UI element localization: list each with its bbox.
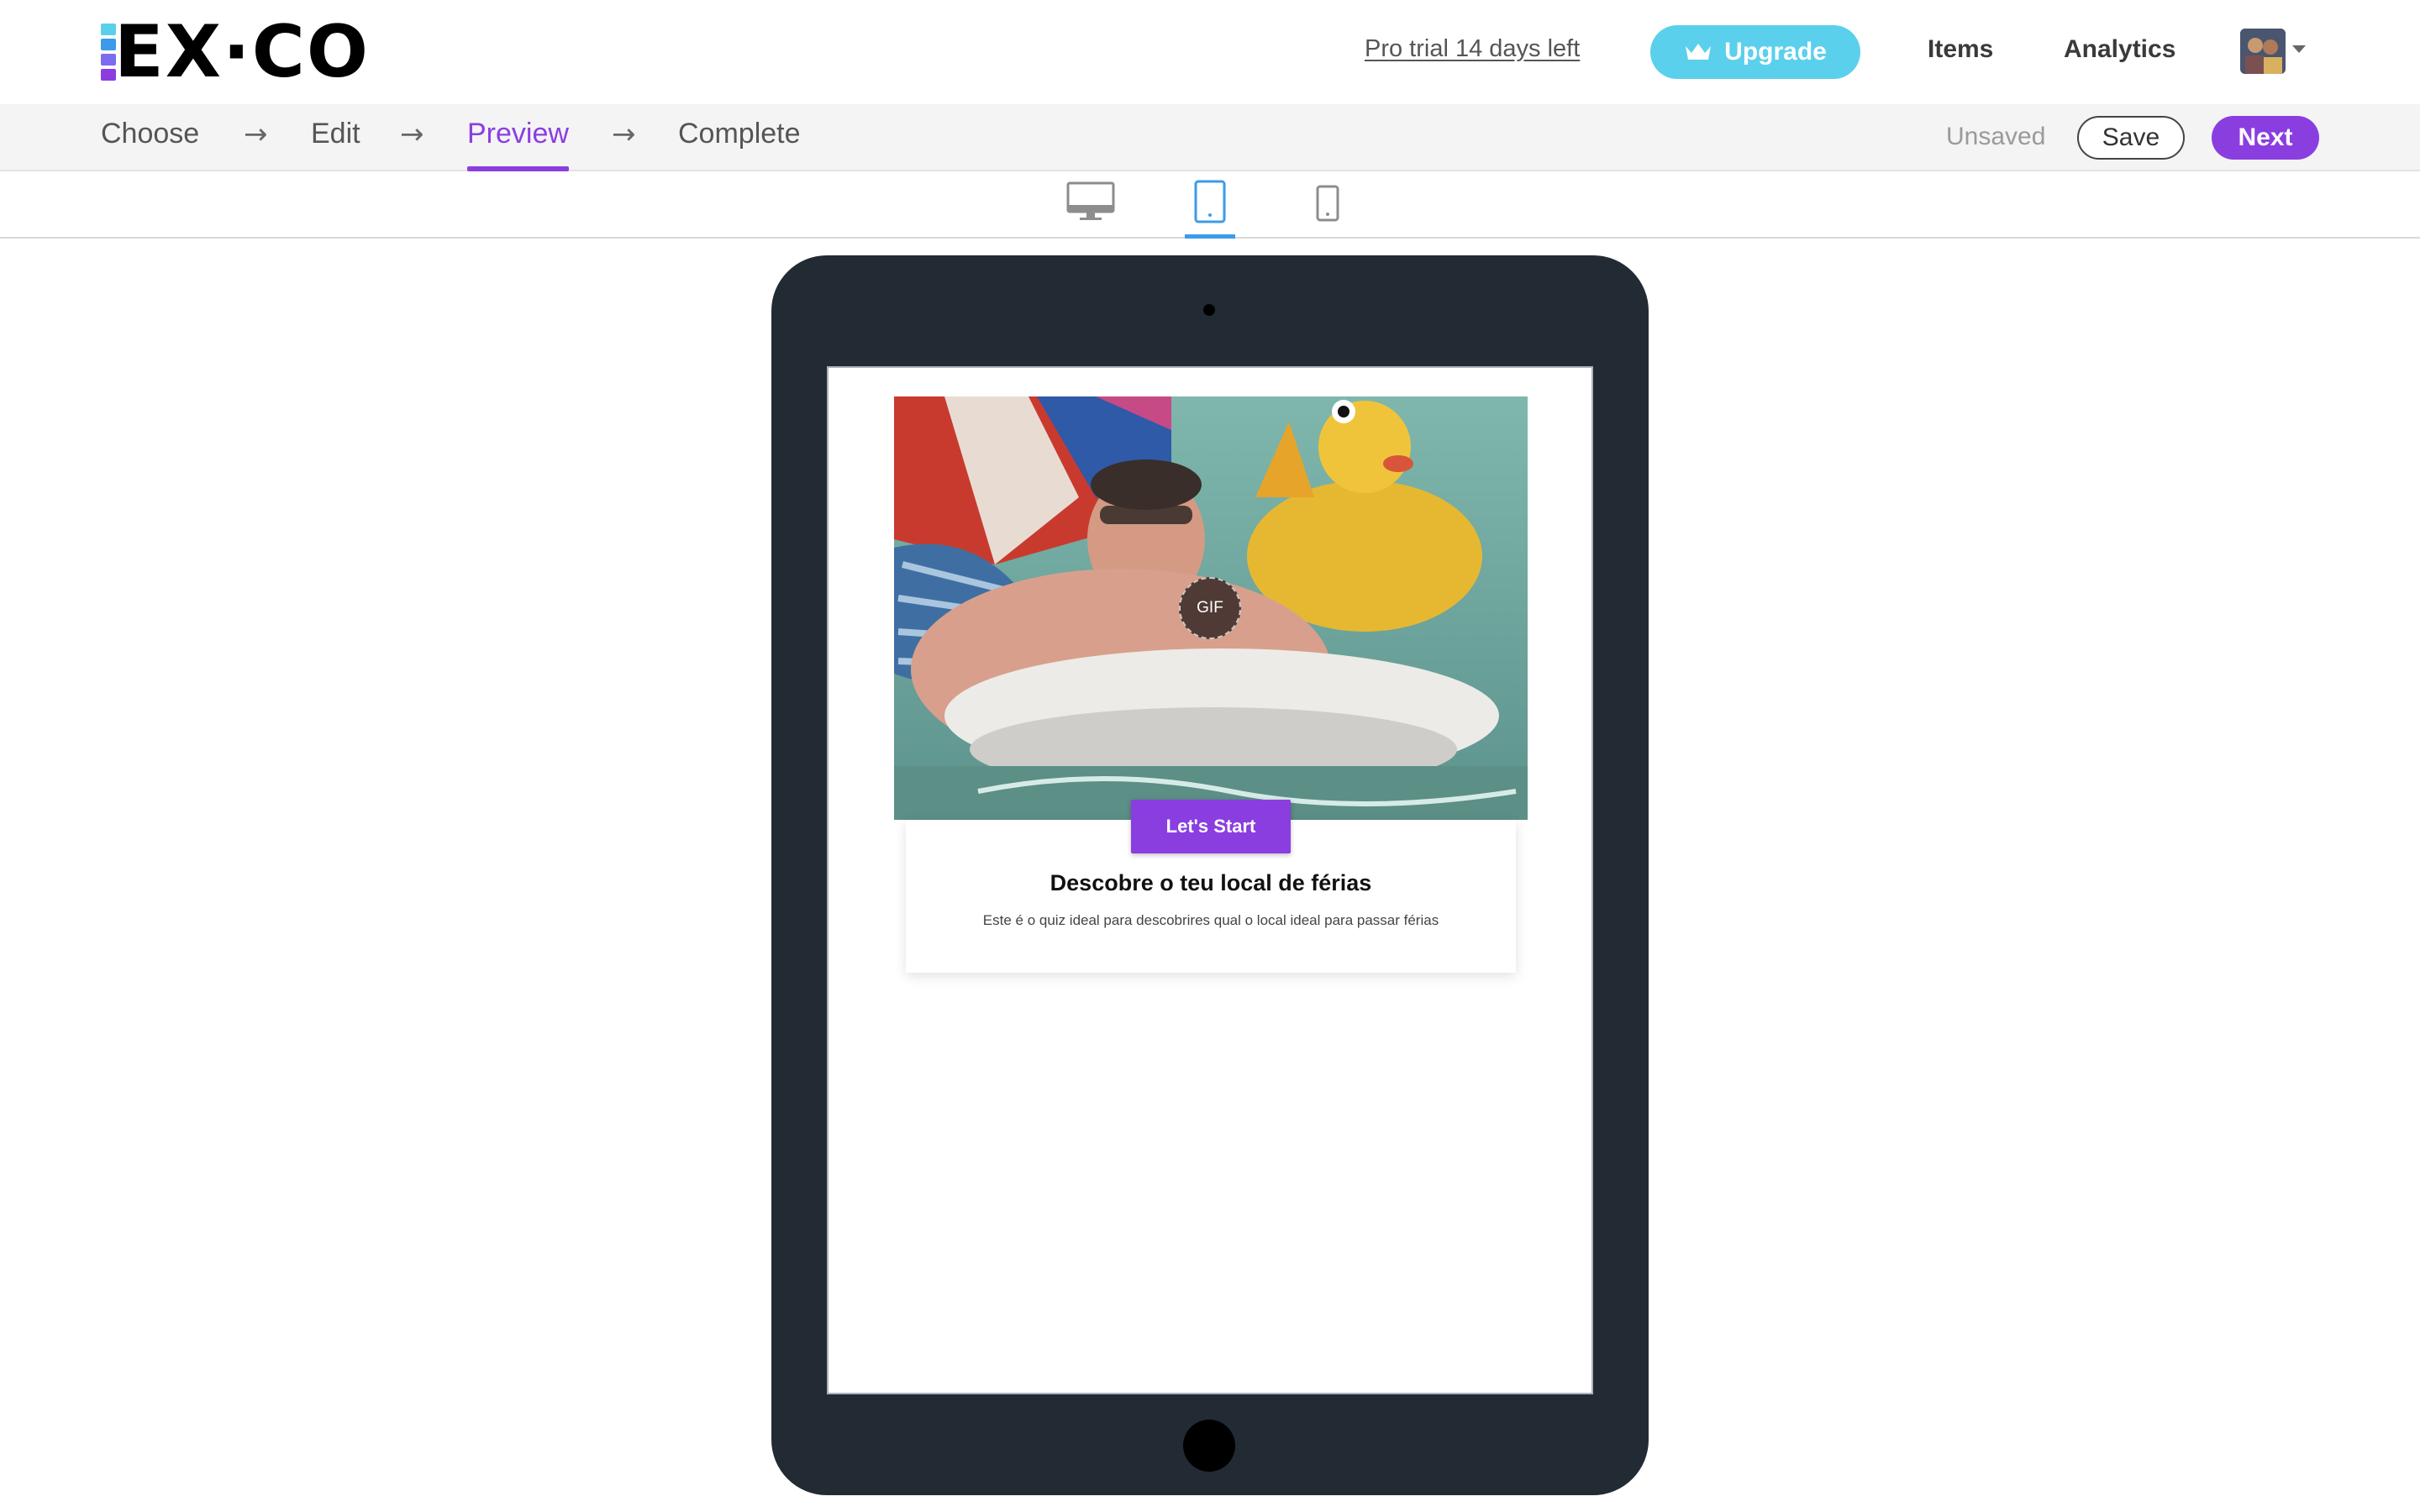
tablet-view-button[interactable] [1185, 180, 1235, 239]
logo-text: EX·CO [114, 10, 370, 94]
exco-logo[interactable]: EX·CO [101, 10, 370, 94]
trial-days-link[interactable]: Pro trial 14 days left [1365, 35, 1580, 63]
next-button[interactable]: Next [2212, 116, 2319, 160]
upgrade-button[interactable]: Upgrade [1650, 25, 1860, 79]
gif-badge[interactable]: GIF [1179, 577, 1241, 639]
step-complete[interactable]: Complete [678, 118, 801, 171]
lets-start-button[interactable]: Let's Start [1131, 800, 1291, 853]
arrow-right-icon: → [244, 118, 268, 151]
user-avatar[interactable] [2240, 29, 2286, 74]
desktop-view-button[interactable] [1065, 180, 1116, 239]
step-choose[interactable]: Choose [101, 118, 199, 171]
nav-analytics[interactable]: Analytics [2064, 35, 2175, 64]
avatar-image [2240, 29, 2286, 74]
device-toggle-bar [0, 171, 2420, 239]
tablet-icon [1194, 180, 1226, 223]
mobile-view-button[interactable] [1311, 180, 1344, 239]
tablet-frame: GIF Descobre o teu local de férias Este … [771, 255, 1649, 1495]
quiz-cover-image: GIF [894, 396, 1528, 820]
crown-icon [1686, 44, 1712, 60]
arrow-right-icon: → [400, 118, 424, 151]
quiz-description: Este é o quiz ideal para descobrires qua… [982, 912, 1439, 928]
save-status: Unsaved [1946, 123, 2046, 150]
chevron-down-icon[interactable] [2292, 45, 2306, 53]
logo-bars-icon [101, 22, 116, 82]
step-preview[interactable]: Preview [467, 118, 569, 171]
tablet-camera [1203, 304, 1215, 316]
wizard-steps-bar: Choose → Edit → Preview → Complete Unsav… [0, 104, 2420, 171]
nav-items[interactable]: Items [1928, 35, 1993, 64]
quiz-title: Descobre o teu local de férias [1050, 870, 1372, 895]
mobile-icon [1316, 185, 1339, 222]
arrow-right-icon: → [612, 118, 636, 151]
step-edit[interactable]: Edit [311, 118, 360, 171]
preview-screen: GIF Descobre o teu local de férias Este … [827, 366, 1593, 1394]
top-header: EX·CO Pro trial 14 days left Upgrade Ite… [0, 0, 2420, 104]
upgrade-label: Upgrade [1724, 38, 1827, 66]
tablet-home-button [1183, 1420, 1235, 1472]
save-button[interactable]: Save [2077, 116, 2185, 160]
desktop-icon [1066, 181, 1115, 220]
